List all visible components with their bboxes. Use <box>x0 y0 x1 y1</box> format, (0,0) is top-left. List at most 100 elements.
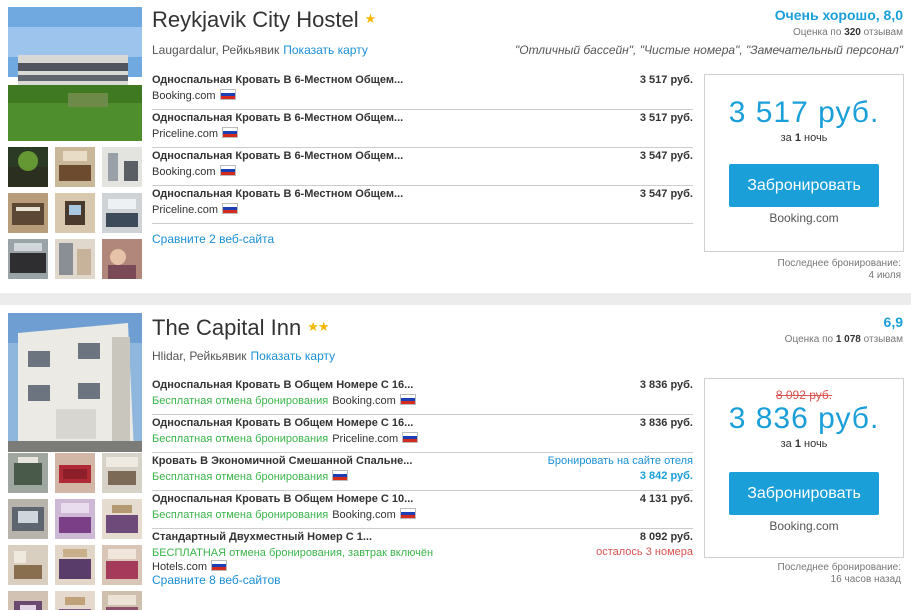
provider-name: Priceline.com <box>332 433 399 445</box>
hotel-main-photo[interactable] <box>8 313 142 452</box>
per-night-label: за 1 ночь <box>705 132 903 144</box>
russia-flag-icon <box>399 394 416 405</box>
star-rating-icon: ★ <box>364 11 377 26</box>
russia-flag-icon <box>222 203 239 214</box>
thumbnail-photo[interactable] <box>55 193 95 233</box>
room-name[interactable]: Односпальная Кровать В 6-Местном Общем..… <box>152 187 693 201</box>
offer-row[interactable]: Односпальная Кровать В Общем Номере С 10… <box>152 491 693 529</box>
location-text: Laugardalur, Рейкьявик <box>152 43 280 57</box>
room-name[interactable]: Односпальная Кровать В Общем Номере С 10… <box>152 492 693 506</box>
show-map-link[interactable]: Показать карту <box>283 43 368 57</box>
hotel-name[interactable]: The Capital Inn <box>152 315 301 340</box>
provider-name: Priceline.com <box>152 204 219 216</box>
thumbnail-photo[interactable] <box>8 193 48 233</box>
compare-sites-link[interactable]: Сравните 2 веб-сайта <box>152 232 693 246</box>
offer-price[interactable]: 8 092 руб. <box>640 530 693 544</box>
thumbnail-photo[interactable] <box>102 193 142 233</box>
room-name[interactable]: Односпальная Кровать В Общем Номере С 16… <box>152 416 693 430</box>
guest-rating: Очень хорошо, 8,0 Оценка по 320 отзывам <box>775 7 903 38</box>
reviews-count: Оценка по 320 отзывам <box>775 27 903 38</box>
offer-row[interactable]: Односпальная Кровать В Общем Номере С 16… <box>152 415 693 453</box>
free-cancellation: Бесплатная отмена бронирования <box>152 509 329 521</box>
offer-price[interactable]: 3 517 руб. <box>640 73 693 87</box>
room-name[interactable]: Односпальная Кровать В 6-Местном Общем..… <box>152 73 693 87</box>
offer-price[interactable]: 3 547 руб. <box>640 149 693 163</box>
thumbnail-photo[interactable] <box>102 147 142 187</box>
offer-row[interactable]: Односпальная Кровать В 6-Местном Общем..… <box>152 72 693 110</box>
provider-name: Priceline.com <box>152 128 219 140</box>
offer-price[interactable]: 3 517 руб. <box>640 111 693 125</box>
thumbnail-photo[interactable] <box>55 499 95 539</box>
guest-rating: 6,9 Оценка по 1 078 отзывам <box>785 314 903 345</box>
offer-price[interactable]: 3 547 руб. <box>640 187 693 201</box>
offer-provider: Hotels.com <box>152 560 693 574</box>
offer-row[interactable]: Односпальная Кровать В 6-Местном Общем..… <box>152 186 693 224</box>
hotel-title[interactable]: The Capital Inn ★★ <box>152 315 330 341</box>
provider-name: Booking.com <box>152 166 216 178</box>
best-price[interactable]: 3 836 руб. <box>705 402 903 436</box>
rating-score[interactable]: 6,9 <box>785 314 903 330</box>
thumbnail-photo[interactable] <box>8 147 48 187</box>
thumbnail-photo[interactable] <box>55 453 95 493</box>
offer-row[interactable]: Односпальная Кровать В Общем Номере С 16… <box>152 377 693 415</box>
offer-price[interactable]: 3 836 руб. <box>640 416 693 430</box>
show-map-link[interactable]: Показать карту <box>251 349 336 363</box>
thumbnail-photo[interactable] <box>102 499 142 539</box>
book-on-hotel-site-link[interactable]: Бронировать на сайте отеля <box>548 454 693 468</box>
hotel-title[interactable]: Reykjavik City Hostel ★ <box>152 7 377 33</box>
old-price: 8 092 руб. <box>775 388 833 402</box>
per-night-suffix: ночь <box>804 132 828 144</box>
per-night-count: 1 <box>794 132 801 144</box>
offer-price[interactable]: 4 131 руб. <box>640 492 693 506</box>
room-name[interactable]: Односпальная Кровать В 6-Местном Общем..… <box>152 111 693 125</box>
russia-flag-icon <box>399 508 416 519</box>
hotel-name[interactable]: Reykjavik City Hostel <box>152 7 359 32</box>
thumbnail-photo[interactable] <box>102 453 142 493</box>
rating-score[interactable]: Очень хорошо, 8,0 <box>775 7 903 23</box>
best-price[interactable]: 3 517 руб. <box>705 96 903 130</box>
offer-provider: Booking.com <box>152 89 693 103</box>
russia-flag-icon <box>211 560 228 571</box>
room-name[interactable]: Стандартный Двухместный Номер С 1... <box>152 530 693 544</box>
russia-flag-icon <box>332 470 349 481</box>
russia-flag-icon <box>219 165 236 176</box>
thumbnail-photo[interactable] <box>102 545 142 585</box>
book-button[interactable]: Забронировать <box>729 164 879 207</box>
thumbnail-photo[interactable] <box>8 591 48 610</box>
room-name[interactable]: Односпальная Кровать В Общем Номере С 16… <box>152 378 693 392</box>
per-night-label: за 1 ночь <box>705 438 903 450</box>
per-night-prefix: за <box>780 132 792 144</box>
per-night-count: 1 <box>794 438 801 450</box>
russia-flag-icon <box>222 127 239 138</box>
offer-price[interactable]: 3 836 руб. <box>640 378 693 392</box>
thumbnail-photo[interactable] <box>8 499 48 539</box>
hotel-location: Laugardalur, Рейкьявик Показать карту <box>152 43 368 57</box>
thumbnail-photo[interactable] <box>8 545 48 585</box>
thumbnail-photo[interactable] <box>55 147 95 187</box>
thumbnail-photo[interactable] <box>8 453 48 493</box>
reviews-count: Оценка по 1 078 отзывам <box>785 334 903 345</box>
book-button[interactable]: Забронировать <box>729 472 879 515</box>
offer-row[interactable]: Стандартный Двухместный Номер С 1... БЕС… <box>152 529 693 579</box>
offer-provider: Priceline.com <box>152 203 693 217</box>
per-night-suffix: ночь <box>804 438 828 450</box>
offer-row[interactable]: Кровать В Экономичной Смешанной Спальне.… <box>152 453 693 491</box>
best-price-box: 8 092 руб. 3 836 руб. за 1 ночь Забронир… <box>704 378 904 558</box>
reviews-number: 1 078 <box>835 334 861 345</box>
offer-price[interactable]: 3 842 руб. <box>640 469 693 483</box>
last-booking-info: Последнее бронирование: 16 часов назад <box>778 562 901 586</box>
offer-row[interactable]: Односпальная Кровать В 6-Местном Общем..… <box>152 148 693 186</box>
thumbnail-photo[interactable] <box>55 545 95 585</box>
thumbnail-photo[interactable] <box>55 239 95 279</box>
reviews-suffix: отзывам <box>863 27 903 38</box>
thumbnail-photo[interactable] <box>102 591 142 610</box>
offers-list: Односпальная Кровать В 6-Местном Общем..… <box>152 72 693 246</box>
room-name[interactable]: Односпальная Кровать В 6-Местном Общем..… <box>152 149 693 163</box>
thumbnail-photo[interactable] <box>8 239 48 279</box>
offer-row[interactable]: Односпальная Кровать В 6-Местном Общем..… <box>152 110 693 148</box>
offer-details: Бесплатная отмена бронирования Booking.co… <box>152 508 693 522</box>
thumbnail-photo[interactable] <box>55 591 95 610</box>
hotel-main-photo[interactable] <box>8 7 142 141</box>
russia-flag-icon <box>402 432 419 443</box>
thumbnail-photo[interactable] <box>102 239 142 279</box>
